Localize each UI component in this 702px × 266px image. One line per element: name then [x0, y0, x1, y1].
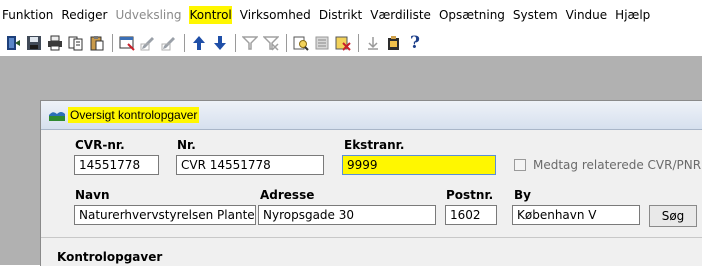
search-button[interactable]: Søg	[649, 205, 697, 227]
menu-rediger[interactable]: Rediger	[61, 6, 107, 24]
new-record-icon[interactable]	[118, 34, 136, 52]
download-icon[interactable]	[364, 34, 382, 52]
cvr-field[interactable]: 14551778	[74, 155, 159, 175]
toolbar-separator	[286, 34, 287, 52]
copy-icon[interactable]	[67, 34, 85, 52]
menu-vaerdiliste[interactable]: Værdiliste	[370, 6, 431, 24]
filter-icon[interactable]	[241, 34, 259, 52]
cvr-label: CVR-nr.	[75, 138, 125, 152]
related-checkbox-label: Medtag relaterede CVR/PNR	[533, 158, 702, 172]
edit-icon[interactable]	[139, 34, 157, 52]
menu-opsaetning[interactable]: Opsætning	[439, 6, 505, 24]
navn-label: Navn	[75, 188, 110, 202]
ekstranr-field[interactable]: 9999	[342, 155, 496, 175]
toolbar-separator	[184, 34, 185, 52]
mdi-workspace: Oversigt kontrolopgaver CVR-nr. 14551778…	[0, 56, 702, 266]
edit2-icon[interactable]	[160, 34, 178, 52]
menu-virksomhed[interactable]: Virksomhed	[240, 6, 311, 24]
toolbar-separator	[235, 34, 236, 52]
menu-vindue[interactable]: Vindue	[566, 6, 608, 24]
menu-distrikt[interactable]: Distrikt	[319, 6, 362, 24]
search-doc-icon[interactable]	[292, 34, 310, 52]
exit-icon[interactable]	[4, 34, 22, 52]
menu-funktion[interactable]: Funktion	[2, 6, 53, 24]
arrow-up-icon[interactable]	[190, 34, 208, 52]
clear-filter-icon[interactable]	[262, 34, 280, 52]
window-title: Oversigt kontrolopgaver	[68, 107, 200, 123]
paste-icon[interactable]	[88, 34, 106, 52]
toolbar-separator	[358, 34, 359, 52]
toolbar: ?	[0, 30, 702, 56]
nr-field[interactable]: CVR 14551778	[176, 155, 324, 175]
kontrolopgaver-window: Oversigt kontrolopgaver CVR-nr. 14551778…	[40, 100, 702, 266]
clipboard-icon[interactable]	[385, 34, 403, 52]
nr-label: Nr.	[177, 138, 196, 152]
menu-hjaelp[interactable]: Hjælp	[615, 6, 650, 24]
postnr-field[interactable]: 1602	[445, 205, 497, 225]
by-label: By	[514, 188, 531, 202]
menu-bar: Funktion Rediger Udveksling Kontrol Virk…	[0, 0, 702, 30]
related-checkbox[interactable]	[514, 159, 526, 171]
window-icon	[49, 112, 65, 121]
ekstranr-label: Ekstranr.	[344, 138, 405, 152]
navn-field[interactable]: Naturerhvervstyrelsen Plante	[74, 205, 256, 225]
by-field[interactable]: København V	[512, 205, 640, 225]
help-glyph: ?	[410, 33, 420, 53]
adresse-field[interactable]: Nyropsgade 30	[258, 205, 436, 225]
section-divider	[41, 237, 702, 238]
window-titlebar[interactable]: Oversigt kontrolopgaver	[41, 101, 702, 130]
arrow-down-icon[interactable]	[211, 34, 229, 52]
adresse-label: Adresse	[260, 188, 315, 202]
delete-doc-icon[interactable]	[334, 34, 352, 52]
menu-system[interactable]: System	[513, 6, 558, 24]
help-icon[interactable]: ?	[406, 33, 424, 53]
toolbar-separator	[112, 34, 113, 52]
kontrolopgaver-section-label: Kontrolopgaver	[57, 250, 163, 264]
postnr-label: Postnr.	[446, 188, 494, 202]
menu-udveksling[interactable]: Udveksling	[115, 6, 181, 24]
list-icon[interactable]	[313, 34, 331, 52]
save-icon[interactable]	[25, 34, 43, 52]
menu-kontrol[interactable]: Kontrol	[189, 6, 232, 24]
print-icon[interactable]	[46, 34, 64, 52]
